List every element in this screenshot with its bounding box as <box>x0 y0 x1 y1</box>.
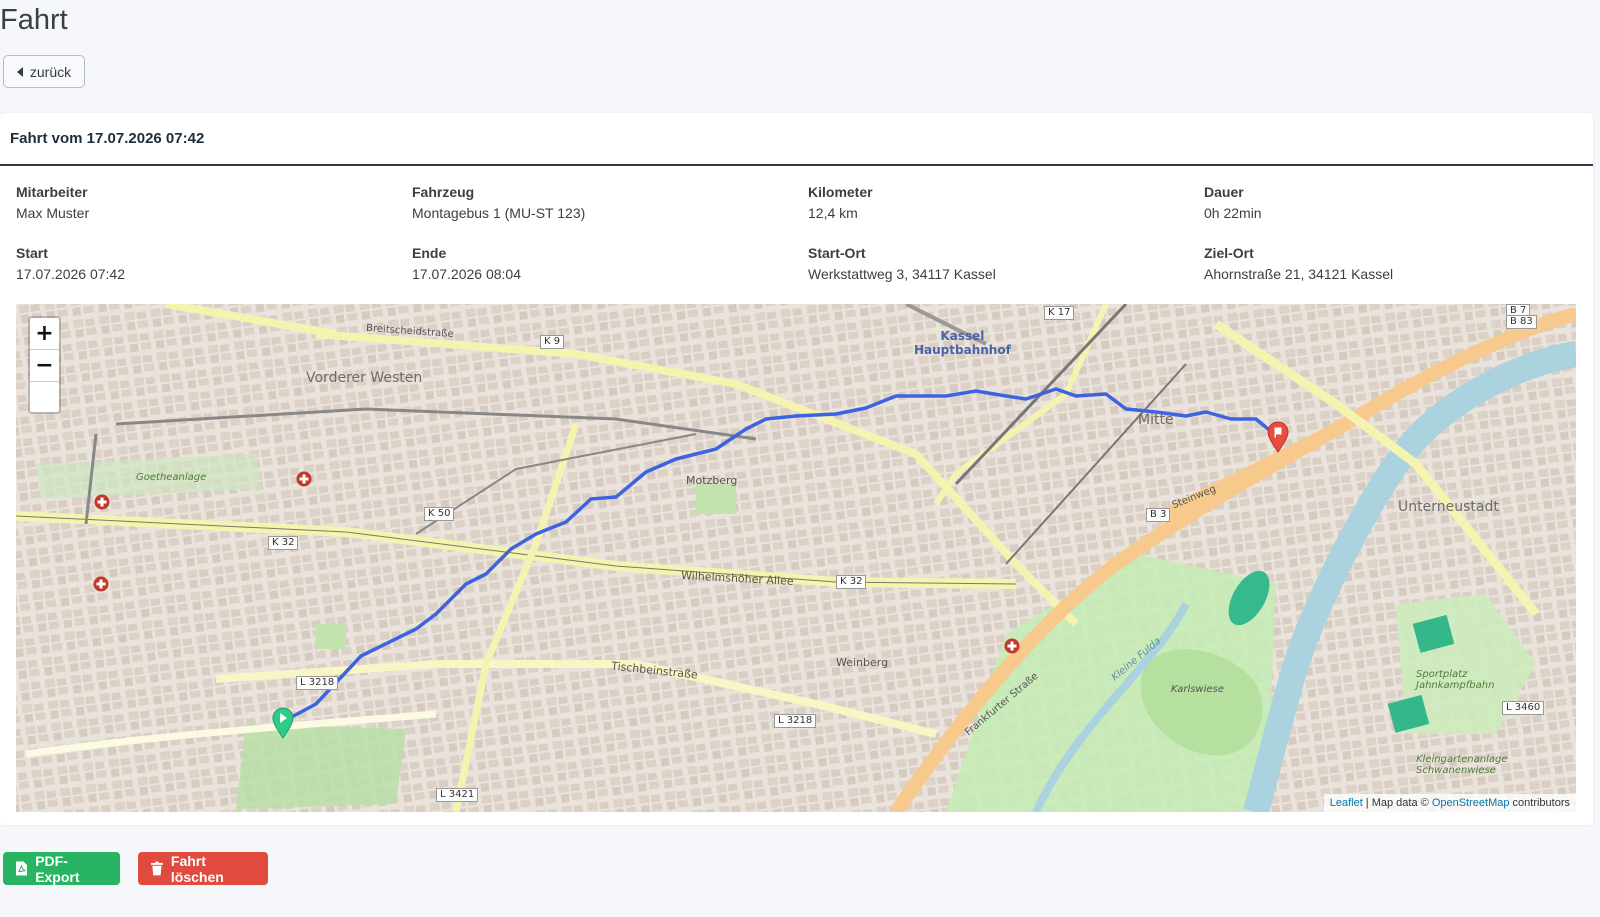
map-label-station-line2: Hauptbahnhof <box>914 343 1011 357</box>
map-label-goetheanlage: Goetheanlage <box>136 472 207 483</box>
hospital-icon <box>94 494 110 510</box>
map-label-sportplatz: Sportplatz Jahnkampfbahn <box>1416 669 1494 691</box>
file-pdf-icon <box>16 861 28 876</box>
road-badge: K 17 <box>1044 306 1075 320</box>
detail-label: Dauer <box>1204 184 1244 200</box>
detail-value: 17.07.2026 07:42 <box>16 266 125 282</box>
detail-distance: Kilometer 12,4 km <box>808 183 1204 223</box>
detail-start-time: Start 17.07.2026 07:42 <box>16 244 412 284</box>
road-badge: L 3421 <box>436 788 479 802</box>
road-badge: L 3460 <box>1502 701 1545 715</box>
delete-trip-button[interactable]: Fahrt löschen <box>138 852 268 885</box>
map-label-unterneustadt: Unterneustadt <box>1398 499 1499 515</box>
road-badge: K 32 <box>268 536 299 550</box>
detail-value: 0h 22min <box>1204 205 1262 221</box>
detail-start-location: Start-Ort Werkstattweg 3, 34117 Kassel <box>808 244 1204 284</box>
detail-label: Kilometer <box>808 184 873 200</box>
card-title: Fahrt vom 17.07.2026 07:42 <box>10 130 205 147</box>
detail-duration: Dauer 0h 22min <box>1204 183 1576 223</box>
detail-label: Ziel-Ort <box>1204 245 1254 261</box>
road-badge: K 9 <box>540 335 565 349</box>
road-badge: L 3218 <box>774 714 817 728</box>
detail-destination: Ziel-Ort Ahornstraße 21, 34121 Kassel <box>1204 244 1576 284</box>
detail-value: Ahornstraße 21, 34121 Kassel <box>1204 266 1394 282</box>
map-label-hauptbahnhof: Kassel Hauptbahnhof <box>914 329 1011 357</box>
detail-label: Start <box>16 245 48 261</box>
hospital-icon <box>93 576 109 592</box>
detail-label: Ende <box>412 245 447 261</box>
end-marker-icon[interactable] <box>1267 421 1289 453</box>
zoom-control: + − <box>28 316 61 414</box>
map-label-karlswiese: Karlswiese <box>1171 684 1224 695</box>
hospital-icon <box>296 471 312 487</box>
detail-end-time: Ende 17.07.2026 08:04 <box>412 244 808 284</box>
zoom-out-button[interactable]: − <box>30 350 59 382</box>
trash-icon <box>151 861 163 876</box>
detail-value: Montagebus 1 (MU-ST 123) <box>412 205 586 221</box>
delete-trip-label: Fahrt löschen <box>170 852 224 885</box>
detail-value: Werkstattweg 3, 34117 Kassel <box>808 266 996 282</box>
detail-label: Start-Ort <box>808 245 866 261</box>
road-badge: K 50 <box>424 507 455 521</box>
action-bar: PDF-Export Fahrt löschen <box>3 852 268 885</box>
openstreetmap-link[interactable]: OpenStreetMap <box>1432 797 1510 809</box>
caret-left-icon <box>16 66 23 77</box>
attribution-separator: | Map data © <box>1362 797 1432 809</box>
detail-employee: Mitarbeiter Max Muster <box>16 183 412 223</box>
detail-value: 12,4 km <box>808 205 858 221</box>
hospital-icon <box>1004 638 1020 654</box>
trip-card: Fahrt vom 17.07.2026 07:42 Mitarbeiter M… <box>0 113 1593 825</box>
trip-details: Mitarbeiter Max Muster Fahrzeug Montageb… <box>16 183 1576 284</box>
map-tiles <box>16 304 1576 812</box>
attribution-suffix: contributors <box>1509 797 1570 809</box>
map-label-weinberg: Weinberg <box>836 656 889 669</box>
page-title: Fahrt <box>0 4 68 36</box>
pdf-export-label: PDF-Export <box>35 852 80 885</box>
back-button[interactable]: zurück <box>3 55 85 88</box>
road-badge: K 32 <box>836 575 867 589</box>
detail-vehicle: Fahrzeug Montagebus 1 (MU-ST 123) <box>412 183 808 223</box>
map-label-sportplatz-line2: Jahnkampfbahn <box>1416 680 1495 691</box>
road-badge: L 3218 <box>296 676 339 690</box>
pdf-export-button[interactable]: PDF-Export <box>3 852 120 885</box>
detail-label: Fahrzeug <box>412 184 475 200</box>
map-label-mitte: Mitte <box>1138 412 1174 428</box>
zoom-control-spacer <box>30 382 59 412</box>
map-label-vorderer-westen: Vorderer Westen <box>306 370 423 386</box>
map-label-kleingartenanlage: Kleingartenanlage Schwanenwiese <box>1416 754 1507 776</box>
map-label-kleingarten-line1: Kleingartenanlage <box>1416 754 1508 765</box>
start-marker-icon[interactable] <box>272 707 294 739</box>
map-label-station-line1: Kassel <box>940 329 985 343</box>
map-label-kleingarten-line2: Schwanenwiese <box>1416 765 1496 776</box>
card-header: Fahrt vom 17.07.2026 07:42 <box>0 113 1593 166</box>
detail-value: 17.07.2026 08:04 <box>412 266 521 282</box>
map-label-motzberg: Motzberg <box>686 474 738 487</box>
road-badge: B 3 <box>1146 508 1171 522</box>
map-attribution: Leaflet | Map data © OpenStreetMap contr… <box>1323 794 1576 812</box>
detail-label: Mitarbeiter <box>16 184 88 200</box>
route-map[interactable]: Vorderer Westen Kassel Hauptbahnhof Mitt… <box>16 304 1576 812</box>
detail-value: Max Muster <box>16 205 90 221</box>
road-badge: B 83 <box>1506 315 1537 329</box>
zoom-in-button[interactable]: + <box>30 318 59 350</box>
leaflet-link[interactable]: Leaflet <box>1330 797 1363 809</box>
map-label-sportplatz-line1: Sportplatz <box>1416 669 1468 680</box>
back-button-label: zurück <box>29 63 72 80</box>
